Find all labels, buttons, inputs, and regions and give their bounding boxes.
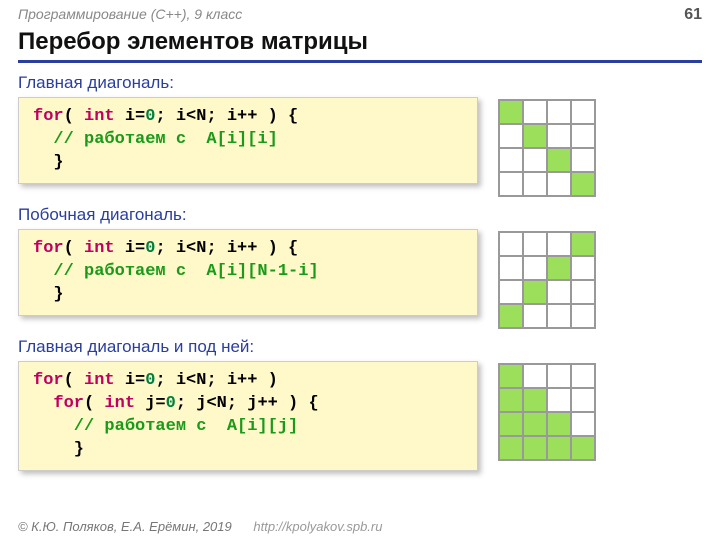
grid-cell [523, 100, 547, 124]
grid-cell [523, 232, 547, 256]
page-title: Перебор элементов матрицы [18, 28, 702, 63]
grid-cell [499, 124, 523, 148]
grid-cell [499, 436, 523, 460]
grid-cell [499, 232, 523, 256]
grid-cell [499, 364, 523, 388]
course-name: Программирование (С++), 9 класс [18, 6, 242, 24]
section-1-label: Главная диагональ: [18, 73, 702, 93]
grid-cell [547, 256, 571, 280]
grid-cell [547, 232, 571, 256]
grid-cell [547, 124, 571, 148]
txt: ; i<N; i++ ) [155, 371, 288, 390]
footer-url: http://kpolyakov.spb.ru [253, 519, 382, 534]
txt: i= [115, 371, 146, 390]
num: 0 [145, 107, 155, 126]
grid-cell [523, 256, 547, 280]
txt: ( [84, 394, 104, 413]
txt: ( [64, 107, 84, 126]
txt: ; i<N; i++ ) { [155, 107, 298, 126]
code-anti-diagonal: for( int i=0; i<N; i++ ) { // работаем с… [18, 229, 478, 316]
grid-cell [571, 232, 595, 256]
grid-cell [547, 100, 571, 124]
grid-cell [547, 148, 571, 172]
kw-for: for [53, 394, 84, 413]
grid-cell [547, 436, 571, 460]
kw-for: for [33, 371, 64, 390]
grid-cell [499, 280, 523, 304]
txt: ( [64, 371, 84, 390]
grid-cell [547, 412, 571, 436]
grid-cell [571, 124, 595, 148]
num: 0 [145, 371, 155, 390]
kw-for: for [33, 239, 64, 258]
grid-cell [499, 304, 523, 328]
grid-cell [499, 388, 523, 412]
grid-cell [499, 412, 523, 436]
kw-for: for [33, 107, 64, 126]
code-lower-triangle: for( int i=0; i<N; i++ ) for( int j=0; j… [18, 361, 478, 471]
grid-cell [523, 124, 547, 148]
code-main-diagonal: for( int i=0; i<N; i++ ) { // работаем с… [18, 97, 478, 184]
txt: ; i<N; i++ ) { [155, 239, 298, 258]
num: 0 [145, 239, 155, 258]
txt: ; j<N; j++ ) { [176, 394, 319, 413]
grid-cell [571, 172, 595, 196]
grid-cell [571, 100, 595, 124]
footer: © К.Ю. Поляков, Е.А. Ерёмин, 2019 http:/… [18, 519, 382, 534]
txt: j= [135, 394, 166, 413]
grid-cell [571, 304, 595, 328]
grid-cell [547, 172, 571, 196]
grid-cell [571, 388, 595, 412]
grid-cell [547, 304, 571, 328]
comment: // работаем с A[i][N-1-i] [33, 262, 319, 281]
txt: i= [115, 107, 146, 126]
grid-cell [523, 280, 547, 304]
grid-cell [523, 172, 547, 196]
footer-credit: © К.Ю. Поляков, Е.А. Ерёмин, 2019 [18, 519, 232, 534]
page-number: 61 [684, 6, 702, 24]
num: 0 [166, 394, 176, 413]
section-3-row: for( int i=0; i<N; i++ ) for( int j=0; j… [18, 361, 702, 471]
grid-cell [523, 364, 547, 388]
content: Главная диагональ: for( int i=0; i<N; i+… [0, 63, 720, 471]
grid-cell [523, 436, 547, 460]
comment: // работаем с A[i][j] [33, 417, 298, 436]
grid-cell [571, 280, 595, 304]
txt: } [33, 285, 64, 304]
header-bar: Программирование (С++), 9 класс 61 [0, 0, 720, 26]
kw-int: int [104, 394, 135, 413]
grid-cell [547, 280, 571, 304]
grid-cell [571, 436, 595, 460]
grid-cell [499, 172, 523, 196]
grid-cell [523, 412, 547, 436]
grid-cell [547, 364, 571, 388]
grid-lower-triangle [498, 363, 596, 461]
grid-cell [499, 148, 523, 172]
section-2-row: for( int i=0; i<N; i++ ) { // работаем с… [18, 229, 702, 329]
txt: i= [115, 239, 146, 258]
grid-cell [523, 148, 547, 172]
txt: } [33, 440, 84, 459]
grid-cell [523, 388, 547, 412]
section-2-label: Побочная диагональ: [18, 205, 702, 225]
grid-anti-diagonal [498, 231, 596, 329]
txt: } [33, 153, 64, 172]
grid-cell [571, 256, 595, 280]
kw-int: int [84, 239, 115, 258]
grid-cell [547, 388, 571, 412]
section-1-row: for( int i=0; i<N; i++ ) { // работаем с… [18, 97, 702, 197]
grid-cell [499, 256, 523, 280]
grid-cell [571, 148, 595, 172]
comment: // работаем с A[i][i] [33, 130, 278, 149]
kw-int: int [84, 107, 115, 126]
grid-cell [499, 100, 523, 124]
grid-cell [571, 412, 595, 436]
grid-cell [523, 304, 547, 328]
grid-main-diagonal [498, 99, 596, 197]
txt: ( [64, 239, 84, 258]
grid-cell [571, 364, 595, 388]
kw-int: int [84, 371, 115, 390]
section-3-label: Главная диагональ и под ней: [18, 337, 702, 357]
